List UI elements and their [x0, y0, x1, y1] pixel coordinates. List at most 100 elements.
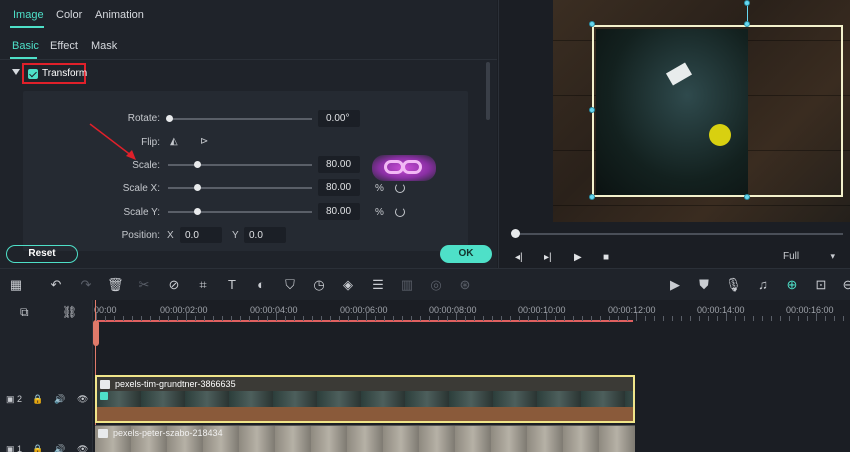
transform-frame[interactable]	[592, 25, 843, 197]
link-ratio-icon[interactable]	[372, 155, 436, 181]
scale-y-reset-icon[interactable]	[395, 207, 405, 217]
ruler-tick	[303, 316, 304, 321]
scale-value[interactable]: 80.00	[318, 156, 360, 173]
ruler-tick	[447, 316, 448, 321]
scale-x-label: Scale X:	[122, 183, 160, 194]
playhead-handle[interactable]	[93, 320, 99, 346]
left-handle[interactable]	[589, 107, 595, 113]
zoom-out-icon[interactable]: ⊖	[840, 277, 850, 293]
effects-icon[interactable]: ⊛	[457, 277, 473, 293]
track-2-audio-icon[interactable]: 🔊	[54, 394, 65, 405]
color-icon[interactable]: ◐	[253, 277, 269, 293]
ok-button[interactable]: OK	[440, 245, 492, 263]
timeline-ruler[interactable]: 00:00 00:00:02:00 00:00:04:00 00:00:06:0…	[94, 300, 850, 322]
scale-slider[interactable]	[168, 164, 312, 166]
track-2-visibility-icon[interactable]: 👁	[77, 394, 88, 405]
add-track-icon[interactable]: ⧉	[20, 305, 29, 320]
scale-x-slider-knob[interactable]	[194, 184, 201, 191]
cut-icon[interactable]: ✂	[136, 277, 152, 293]
ruler-tick	[474, 316, 475, 321]
scale-x-reset-icon[interactable]	[395, 183, 405, 193]
top-handle[interactable]	[744, 21, 750, 27]
delete-icon[interactable]: 🗑	[107, 277, 124, 293]
bottom-left-handle[interactable]	[589, 194, 595, 200]
adjust-icon[interactable]: ☰	[370, 277, 386, 293]
fit-icon[interactable]: ⊡	[813, 277, 829, 293]
track-2-video-icon: ▣	[6, 394, 15, 404]
audio-mixer-icon[interactable]: ♫	[755, 277, 771, 293]
tab-image[interactable]: Image	[13, 9, 44, 21]
split-icon[interactable]: ⊘	[166, 277, 182, 293]
track-2-lock-icon[interactable]: 🔒	[32, 394, 43, 405]
ruler-tick	[573, 316, 574, 321]
track-1-video-icon: ▣	[6, 444, 15, 452]
ruler-tick	[753, 316, 754, 321]
flip-vertical-icon[interactable]: ◭	[170, 136, 178, 147]
preview-scrubber-knob[interactable]	[511, 229, 520, 238]
track-2-number: 2	[17, 394, 23, 404]
ruler-tick	[438, 316, 439, 321]
top-left-handle[interactable]	[589, 21, 595, 27]
subtab-effect[interactable]: Effect	[50, 40, 78, 52]
ruler-tick	[150, 316, 151, 321]
active-subtab-indicator	[10, 57, 37, 59]
rotate-slider[interactable]	[168, 118, 312, 120]
render-icon[interactable]: ▶	[667, 277, 683, 293]
ruler-tick	[591, 316, 592, 321]
bottom-handle[interactable]	[744, 194, 750, 200]
text-icon[interactable]: T	[224, 277, 240, 293]
quality-select[interactable]: Full ▾	[777, 249, 837, 265]
track-1-lock-icon[interactable]: 🔒	[32, 444, 43, 452]
redo-icon[interactable]: ↷	[78, 277, 94, 293]
rotation-handle[interactable]	[744, 0, 750, 6]
marker-icon[interactable]: ⛊	[696, 277, 712, 293]
snap-icon[interactable]: ⊕	[784, 277, 800, 293]
play-step-icon[interactable]: ▸|	[544, 252, 552, 263]
position-x-input[interactable]: 0.0	[180, 227, 222, 243]
scale-y-slider[interactable]	[168, 211, 312, 213]
stop-icon[interactable]: ■	[603, 252, 609, 263]
flip-horizontal-icon[interactable]: ⊳	[200, 136, 208, 147]
crop-icon[interactable]: ⌗	[195, 277, 211, 293]
preview-scrubber[interactable]	[513, 233, 843, 235]
scale-y-value[interactable]: 80.00	[318, 203, 360, 220]
layout-icon[interactable]: ▦	[8, 277, 24, 293]
voiceover-icon[interactable]: 🎙	[725, 277, 742, 293]
track-1-clip[interactable]: pexels-peter-szabo-218434	[95, 425, 635, 452]
tab-animation[interactable]: Animation	[95, 9, 144, 21]
track-2-clip[interactable]: pexels-tim-grundtner-3866635	[95, 375, 635, 423]
motion-icon[interactable]: ◎	[428, 277, 444, 293]
prev-frame-icon[interactable]: ◂|	[515, 252, 523, 263]
ruler-tick	[276, 313, 277, 321]
track-1-audio-icon[interactable]: 🔊	[54, 444, 65, 452]
preview-canvas[interactable]	[553, 0, 850, 222]
position-y-input[interactable]: 0.0	[244, 227, 286, 243]
play-icon[interactable]: ▶	[574, 252, 582, 263]
collapse-caret-icon[interactable]	[12, 69, 20, 75]
link-icon[interactable]: ⛓	[62, 305, 77, 319]
ruler-tick	[834, 316, 835, 321]
reset-button[interactable]: Reset	[6, 245, 78, 263]
transform-checkbox[interactable]	[28, 69, 38, 79]
ruler-tick	[96, 313, 97, 321]
subtab-mask[interactable]: Mask	[91, 40, 117, 52]
rotate-value[interactable]: 0.00°	[318, 110, 360, 127]
panel-scrollbar[interactable]	[486, 62, 490, 120]
stabilize-icon[interactable]: ⛉	[282, 277, 298, 293]
undo-icon[interactable]: ↶	[48, 277, 64, 293]
scale-x-value[interactable]: 80.00	[318, 179, 360, 196]
tab-color[interactable]: Color	[56, 9, 82, 21]
keyframe-icon[interactable]: ◈	[340, 277, 356, 293]
ruler-tick	[798, 316, 799, 321]
ruler-tick	[240, 316, 241, 321]
subtab-basic[interactable]: Basic	[12, 40, 39, 52]
audio-icon[interactable]: ▥	[399, 277, 415, 293]
rotate-slider-knob[interactable]	[166, 115, 173, 122]
ruler-tick	[384, 316, 385, 321]
scale-slider-knob[interactable]	[194, 161, 201, 168]
speed-icon[interactable]: ◷	[311, 277, 327, 293]
track-1-visibility-icon[interactable]: 👁	[77, 444, 88, 452]
scale-x-slider[interactable]	[168, 187, 312, 189]
ruler-label: 00:00:08:00	[429, 305, 477, 315]
scale-y-slider-knob[interactable]	[194, 208, 201, 215]
